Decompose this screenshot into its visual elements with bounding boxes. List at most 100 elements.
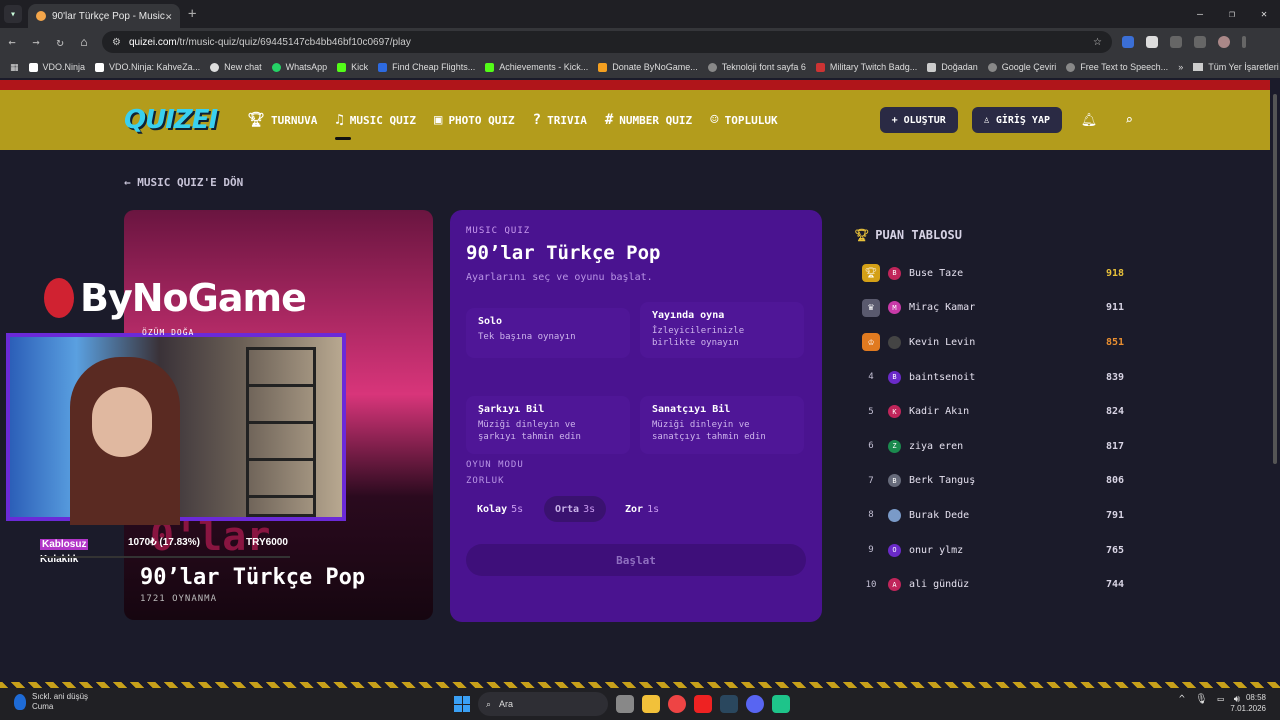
tab-close-icon[interactable]: ✕ xyxy=(165,10,172,23)
leaderboard-row[interactable]: 5 K Kadir Akın 824 xyxy=(860,394,1124,429)
taskbar-search[interactable]: ⌕ Ara xyxy=(478,692,608,716)
extensions-area xyxy=(1122,36,1246,48)
url-path: /tr/music-quiz/quiz/69445147cb4bb46bf10c… xyxy=(176,36,411,48)
restore-icon[interactable]: ❐ xyxy=(1216,0,1248,28)
discord-icon[interactable] xyxy=(746,695,764,713)
main-nav: 🏆︎ TURNUVA ♫ MUSIC QUIZ ▣ PHOTO QUIZ ? TRIVI… xyxy=(247,112,778,140)
windows-start-icon[interactable] xyxy=(454,696,470,712)
nav-number-quiz[interactable]: # NUMBER QUIZ xyxy=(605,112,692,128)
nav-community[interactable]: ☺ TOPLULUK xyxy=(710,112,777,128)
taskbar-clock[interactable]: 08:58 7.01.2026 xyxy=(1230,692,1266,714)
bookmark-item[interactable]: Kick xyxy=(337,62,368,72)
user-avatar: M xyxy=(888,301,901,315)
leaderboard-row[interactable]: 4 Bbaintsenoit 839 xyxy=(860,360,1124,395)
bookmark-folder[interactable]: Doğadan xyxy=(927,62,978,72)
task-view-icon[interactable] xyxy=(616,695,634,713)
all-bookmarks-folder[interactable]: Tüm Yer İşaretleri xyxy=(1183,62,1279,72)
leaderboard-row[interactable]: 8 Burak Dede 791 xyxy=(860,498,1124,533)
bookmark-item[interactable]: WhatsApp xyxy=(271,62,327,72)
crown-icon: ♛ xyxy=(862,298,880,317)
bookmark-item[interactable]: Military Twitch Badg... xyxy=(815,62,917,72)
player-score: 839 xyxy=(1105,371,1124,383)
player-score: 911 xyxy=(1105,302,1124,314)
nav-photo-quiz[interactable]: ▣ PHOTO QUIZ xyxy=(434,112,515,128)
player-name: Kevin Levin xyxy=(909,336,976,348)
bynogame-mark-icon xyxy=(44,278,74,318)
app-icon[interactable] xyxy=(772,695,790,713)
mode-artist-option[interactable]: Sanatçıyı Bil Müziği dinleyin ve sanatçı… xyxy=(640,396,804,454)
difficulty-hard[interactable]: Zor 1s xyxy=(614,496,670,522)
steam-icon[interactable] xyxy=(720,695,738,713)
minimize-icon[interactable]: — xyxy=(1184,0,1216,28)
forward-nav-icon[interactable]: → xyxy=(24,35,48,49)
bookmark-item[interactable]: Achievements - Kick... xyxy=(485,62,588,72)
users-icon: ☺ xyxy=(710,112,719,128)
nav-tournament[interactable]: 🏆︎ TURNUVA xyxy=(247,112,317,128)
leaderboard-row[interactable]: 6 Zziya eren 817 xyxy=(860,429,1124,464)
site-logo[interactable]: QUIZEI xyxy=(124,105,218,135)
mode-song-option[interactable]: Şarkıyı Bil Müziği dinleyin ve şarkıyı t… xyxy=(466,396,630,454)
puzzle-icon[interactable] xyxy=(1170,36,1182,48)
tab-search-button[interactable]: ▾ xyxy=(4,5,22,23)
create-button[interactable]: + OLUŞTUR xyxy=(879,107,958,133)
leaderboard-row[interactable]: 10 Aali gündüz 744 xyxy=(860,567,1124,602)
solo-option[interactable]: Solo Tek başına oynayın xyxy=(466,308,630,358)
profile-avatar[interactable] xyxy=(1218,36,1230,48)
bookmark-item[interactable]: Google Çeviri xyxy=(987,62,1056,72)
media-icon[interactable] xyxy=(1194,36,1206,48)
trophy-icon: 🏆︎ xyxy=(247,112,265,128)
leaderboard-row[interactable]: ♛ M Miraç Kamar 911 xyxy=(860,291,1124,326)
leaderboard-title: 🏆︎ PUAN TABLOSU xyxy=(854,228,962,242)
login-button[interactable]: ♙ GİRİŞ YAP xyxy=(971,107,1062,133)
new-tab-icon[interactable]: + xyxy=(188,6,196,22)
nav-music-quiz[interactable]: ♫ MUSIC QUIZ xyxy=(335,112,416,140)
header-actions: + OLUŞTUR ♙ GİRİŞ YAP 🔔︎ ⌕ xyxy=(879,107,1142,133)
plus-icon: + xyxy=(891,114,898,126)
player-score: 918 xyxy=(1105,267,1124,279)
nav-trivia[interactable]: ? TRIVIA xyxy=(533,112,587,128)
leaderboard-row[interactable]: 7 B Berk Tanguş 806 xyxy=(860,464,1124,499)
scrollbar-thumb[interactable] xyxy=(1273,94,1277,464)
chrome-icon[interactable] xyxy=(668,695,686,713)
monitor-icon[interactable]: ▭ xyxy=(1218,694,1224,705)
mic-icon[interactable]: 🎙︎ xyxy=(1195,694,1208,705)
url-field[interactable]: ⚙ quizei.com /tr/music-quiz/quiz/6944514… xyxy=(102,31,1112,53)
start-button[interactable]: Başlat xyxy=(466,544,806,576)
leaderboard-rank: 5 xyxy=(868,406,874,417)
back-link[interactable]: ← MUSIC QUIZ'E DÖN xyxy=(124,176,243,189)
webcam-name: ÖZÜM DOĞA xyxy=(142,328,195,337)
bookmark-item[interactable]: Teknoloji font sayfa 6 xyxy=(707,62,806,72)
close-window-icon[interactable]: ✕ xyxy=(1248,0,1280,28)
leaderboard-row[interactable]: 9 Oonur ylmz 765 xyxy=(860,533,1124,568)
stream-option[interactable]: Yayında oyna İzleyicilerinizle birlikte … xyxy=(640,302,804,358)
page-scrollbar[interactable] xyxy=(1270,80,1280,682)
back-nav-icon[interactable]: ← xyxy=(0,35,24,49)
translate-icon[interactable] xyxy=(1122,36,1134,48)
leaderboard-row[interactable]: 🏆︎ B Buse Taze 918 xyxy=(860,256,1124,291)
weather-widget[interactable]: Sıckl. ani düşüş Cuma xyxy=(14,692,88,712)
search-icon[interactable]: ⌕ xyxy=(1116,107,1142,133)
bookmark-item[interactable]: Free Text to Speech... xyxy=(1066,62,1168,72)
bookmark-item[interactable]: Donate ByNoGame... xyxy=(598,62,698,72)
difficulty-medium[interactable]: Orta 3s xyxy=(544,496,607,522)
bookmark-item[interactable]: Find Cheap Flights... xyxy=(378,62,475,72)
tray-chevron-icon[interactable]: ^ xyxy=(1179,694,1185,705)
browser-tab[interactable]: 90'lar Türkçe Pop - Music Quiz ✕ xyxy=(28,4,180,28)
reload-icon[interactable]: ↻ xyxy=(48,35,72,49)
extension-icon[interactable] xyxy=(1146,36,1158,48)
file-explorer-icon[interactable] xyxy=(642,695,660,713)
bookmark-item[interactable]: VDO.Ninja: KahveZa... xyxy=(95,62,200,72)
bookmark-item[interactable]: VDO.Ninja xyxy=(28,62,85,72)
music-note-icon: ♫ xyxy=(335,112,344,128)
apps-grid-icon[interactable]: ▦ xyxy=(10,62,19,73)
difficulty-easy[interactable]: Kolay 5s xyxy=(466,496,534,522)
menu-icon[interactable] xyxy=(1242,36,1246,48)
youtube-icon[interactable] xyxy=(694,695,712,713)
leaderboard-list: 🏆︎ B Buse Taze 918 ♛ M Miraç Kamar 911 ♔ Kevin Le… xyxy=(860,256,1124,602)
bookmark-star-icon[interactable]: ☆ xyxy=(1093,37,1102,48)
home-icon[interactable]: ⌂ xyxy=(72,35,96,49)
site-info-icon[interactable]: ⚙ xyxy=(112,37,121,48)
leaderboard-row[interactable]: ♔ Kevin Levin 851 xyxy=(860,325,1124,360)
bell-icon[interactable]: 🔔︎ xyxy=(1076,107,1102,133)
bookmark-item[interactable]: New chat xyxy=(210,62,262,72)
